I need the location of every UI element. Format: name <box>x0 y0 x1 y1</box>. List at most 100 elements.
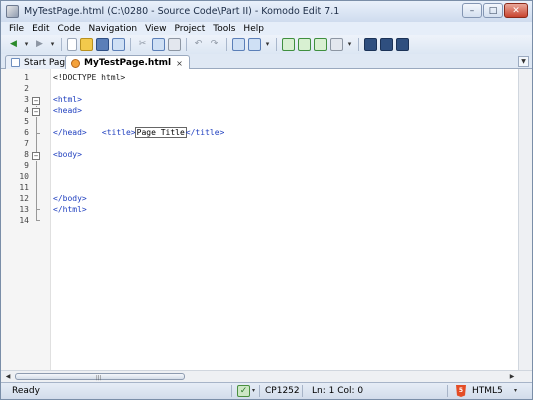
redo-icon[interactable]: ↷ <box>208 38 221 51</box>
menu-edit[interactable]: Edit <box>32 24 49 34</box>
title-bar: MyTestPage.html (C:\0280 - Source Code\P… <box>1 1 532 22</box>
line-number: 9 <box>24 161 29 170</box>
menu-view[interactable]: View <box>145 24 166 34</box>
cut-icon[interactable]: ✂ <box>136 38 149 51</box>
toolbar-separator <box>226 38 227 51</box>
scroll-grip-icon: ||| <box>96 375 102 381</box>
window-title: MyTestPage.html (C:\0280 - Source Code\P… <box>24 6 340 17</box>
title-open-tag: <title> <box>101 128 136 137</box>
language-dropdown-icon[interactable]: ▾ <box>514 387 517 394</box>
forward-arrow-icon[interactable]: ▶ <box>33 38 46 51</box>
scroll-right-arrow-icon[interactable]: ▶ <box>506 371 518 382</box>
line-number: 14 <box>19 216 29 225</box>
status-separator <box>302 385 303 397</box>
refresh-icon[interactable] <box>232 38 245 51</box>
line-number: 2 <box>24 84 29 93</box>
html-file-icon <box>71 58 80 68</box>
browser-preview-dropdown-icon[interactable]: ▾ <box>264 38 271 51</box>
fold-end-marker <box>36 220 40 221</box>
code-line-head-open: <head> <box>53 106 82 115</box>
status-bar: Ready ✓ ▾ CP1252 Ln: 1 Col: 0 5 HTML5 ▾ <box>1 382 532 399</box>
forward-history-dropdown-icon[interactable]: ▾ <box>49 38 56 51</box>
encoding-indicator[interactable]: CP1252 <box>265 386 300 396</box>
record-macro-icon[interactable] <box>298 38 311 51</box>
toggle-sidebar-icon[interactable] <box>364 38 377 51</box>
tab-label: Start Page <box>24 57 71 68</box>
copy-icon[interactable] <box>152 38 165 51</box>
line-number: 5 <box>24 117 29 126</box>
tab-label: MyTestPage.html <box>84 58 172 68</box>
toggle-bottom-pane-icon[interactable] <box>380 38 393 51</box>
browser-preview-icon[interactable] <box>248 38 261 51</box>
line-number: 1 <box>24 73 29 82</box>
status-separator <box>259 385 260 397</box>
application-window: MyTestPage.html (C:\0280 - Source Code\P… <box>0 0 533 400</box>
code-line-body-close: </body> <box>53 194 87 203</box>
scroll-left-arrow-icon[interactable]: ◀ <box>2 371 14 382</box>
line-number: 8 <box>24 150 29 159</box>
fold-guide-line <box>36 210 37 220</box>
stop-macro-icon[interactable] <box>330 38 343 51</box>
toolbar-separator <box>276 38 277 51</box>
line-number: 13 <box>19 205 29 214</box>
close-tab-icon[interactable]: × <box>176 59 183 68</box>
toggle-right-pane-icon[interactable] <box>396 38 409 51</box>
status-separator <box>231 385 232 397</box>
toolbar-separator <box>358 38 359 51</box>
menu-code[interactable]: Code <box>58 24 81 34</box>
maximize-button[interactable]: □ <box>483 3 503 18</box>
title-close-tag: </title> <box>185 128 225 137</box>
syntax-check-icon[interactable]: ✓ <box>237 385 250 397</box>
fold-body-icon[interactable]: − <box>32 152 40 160</box>
code-editor[interactable]: 1 2 3 4 5 6 7 8 9 10 11 12 13 14 − − − <… <box>1 69 532 370</box>
minimize-button[interactable]: – <box>462 3 482 18</box>
status-separator <box>447 385 448 397</box>
code-line-body-open: <body> <box>53 150 82 159</box>
tab-mytestpage[interactable]: MyTestPage.html × <box>65 55 190 70</box>
menu-tools[interactable]: Tools <box>213 24 235 34</box>
pause-macro-icon[interactable] <box>314 38 327 51</box>
paste-icon[interactable] <box>168 38 181 51</box>
toolbar-separator <box>186 38 187 51</box>
run-macro-icon[interactable] <box>282 38 295 51</box>
status-ready-text: Ready <box>12 386 40 396</box>
menu-help[interactable]: Help <box>243 24 264 34</box>
line-number: 6 <box>24 128 29 137</box>
tab-list-dropdown-icon[interactable]: ▼ <box>518 56 529 67</box>
macro-dropdown-icon[interactable]: ▾ <box>346 38 353 51</box>
save-icon[interactable] <box>96 38 109 51</box>
back-arrow-icon[interactable]: ◀ <box>7 38 20 51</box>
back-history-dropdown-icon[interactable]: ▾ <box>23 38 30 51</box>
line-number: 12 <box>19 194 29 203</box>
menu-file[interactable]: File <box>9 24 24 34</box>
menu-project[interactable]: Project <box>174 24 205 34</box>
fold-head-icon[interactable]: − <box>32 108 40 116</box>
code-line-title: <title>Page Title</title> <box>73 116 224 138</box>
fold-guide-line <box>36 161 37 210</box>
syntax-check-dropdown-icon[interactable]: ▾ <box>252 387 255 394</box>
code-line-html-close: </html> <box>53 205 87 214</box>
code-line-html-open: <html> <box>53 95 82 104</box>
window-controls: – □ ✕ <box>462 3 528 18</box>
menu-bar: File Edit Code Navigation View Project T… <box>1 22 532 35</box>
menu-navigation[interactable]: Navigation <box>89 24 138 34</box>
close-button[interactable]: ✕ <box>504 3 528 18</box>
vertical-scrollbar[interactable] <box>518 69 532 370</box>
horizontal-scroll-thumb[interactable]: ||| <box>15 373 185 381</box>
horizontal-scrollbar[interactable]: ◀ ||| ▶ <box>1 370 532 382</box>
line-number: 10 <box>19 172 29 181</box>
save-all-icon[interactable] <box>112 38 125 51</box>
line-number: 4 <box>24 106 29 115</box>
open-folder-icon[interactable] <box>80 38 93 51</box>
toolbar-separator <box>130 38 131 51</box>
new-file-icon[interactable] <box>67 38 77 51</box>
code-line-doctype: <!DOCTYPE html> <box>53 73 126 82</box>
fold-guide-line <box>36 106 37 107</box>
undo-icon[interactable]: ↶ <box>192 38 205 51</box>
line-number: 3 <box>24 95 29 104</box>
toolbar: ◀ ▾ ▶ ▾ ✂ ↶ ↷ ▾ ▾ <box>1 35 532 54</box>
start-page-icon <box>11 58 20 67</box>
fold-html-icon[interactable]: − <box>32 97 40 105</box>
line-number-gutter: 1 2 3 4 5 6 7 8 9 10 11 12 13 14 − − − <box>1 69 51 370</box>
language-indicator[interactable]: HTML5 <box>472 386 503 396</box>
